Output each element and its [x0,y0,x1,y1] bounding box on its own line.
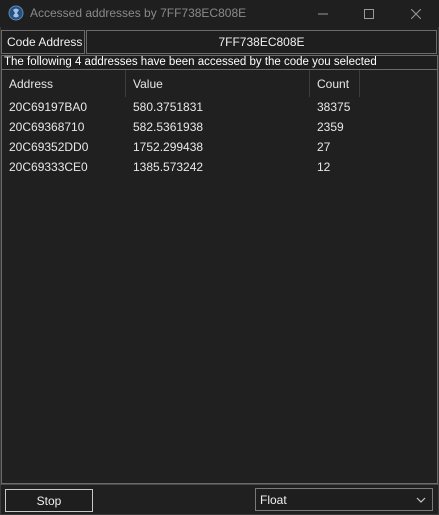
value-cell: 1385.573242 [133,160,204,174]
table-row[interactable]: 20C69333CE0 1385.573242 12 [2,157,437,177]
count-cell: 2359 [317,120,344,134]
info-text: The following 4 addresses have been acce… [1,55,438,69]
stop-button[interactable]: Stop [5,489,93,512]
count-cell: 27 [317,140,331,154]
count-cell: 12 [317,160,331,174]
value-type-selected: Float [260,492,287,507]
minimize-icon [318,13,328,14]
maximize-icon [364,8,374,19]
maximize-button[interactable] [346,0,392,27]
column-header-address[interactable]: Address [2,70,126,97]
code-address-value[interactable]: 7FF738EC808E [86,30,437,54]
address-cell: 20C69368710 [9,120,85,134]
table-row[interactable]: 20C69352DD0 1752.299438 27 [2,137,437,157]
window-title: Accessed addresses by 7FF738EC808E [30,6,247,20]
address-cell: 20C69197BA0 [9,100,88,114]
address-cell: 20C69333CE0 [9,160,88,174]
value-cell: 580.3751831 [133,100,204,114]
code-address-label: Code Address [1,30,85,54]
column-header-count[interactable]: Count [310,70,360,97]
close-icon [411,8,421,19]
code-address-row: Code Address 7FF738EC808E [1,30,438,54]
list-rows: 20C69197BA0 580.3751831 38375 20C6936871… [2,97,437,177]
minimize-button[interactable] [300,0,346,27]
close-button[interactable] [393,0,439,27]
chevron-down-icon [416,497,426,503]
title-bar[interactable]: Accessed addresses by 7FF738EC808E [0,0,439,27]
accessed-addresses-list[interactable]: Address Value Count 20C69197BA0 580.3751… [1,69,438,484]
cheat-engine-icon [8,5,24,21]
address-cell: 20C69352DD0 [9,140,89,154]
count-cell: 38375 [317,100,351,114]
value-cell: 1752.299438 [133,140,204,154]
value-cell: 582.5361938 [133,120,204,134]
value-type-select[interactable]: Float [255,488,433,511]
table-row[interactable]: 20C69197BA0 580.3751831 38375 [2,97,437,117]
column-header-value[interactable]: Value [126,70,310,97]
bottom-divider [0,484,439,485]
table-row[interactable]: 20C69368710 582.5361938 2359 [2,117,437,137]
list-header: Address Value Count [2,70,437,97]
